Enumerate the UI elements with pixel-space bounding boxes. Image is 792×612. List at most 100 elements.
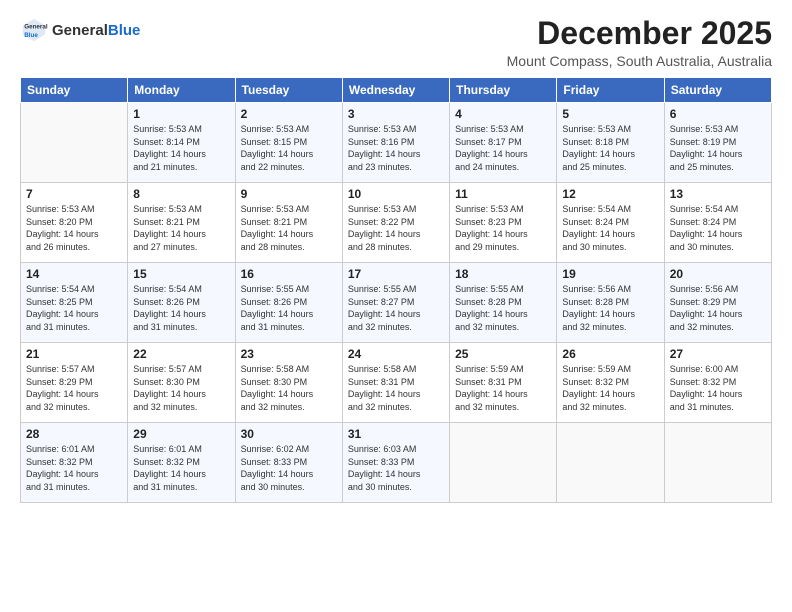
calendar-cell: 11Sunrise: 5:53 AMSunset: 8:23 PMDayligh… (450, 183, 557, 263)
day-header-wednesday: Wednesday (342, 78, 449, 103)
location: Mount Compass, South Australia, Australi… (507, 53, 772, 69)
day-info: Sunrise: 5:54 AMSunset: 8:26 PMDaylight:… (133, 283, 229, 333)
day-info: Sunrise: 5:53 AMSunset: 8:18 PMDaylight:… (562, 123, 658, 173)
day-info: Sunrise: 5:53 AMSunset: 8:19 PMDaylight:… (670, 123, 766, 173)
day-number: 30 (241, 427, 337, 441)
calendar-cell: 16 Sunrise: 5:55 AMSunset: 8:26 PMDayligh… (235, 263, 342, 343)
day-number: 1 (133, 107, 229, 121)
calendar-cell: 3Sunrise: 5:53 AMSunset: 8:16 PMDaylight… (342, 103, 449, 183)
day-number: 10 (348, 187, 444, 201)
day-number: 17 (348, 267, 444, 281)
day-header-tuesday: Tuesday (235, 78, 342, 103)
day-info: Sunrise: 5:57 AMSunset: 8:29 PMDaylight:… (26, 363, 122, 413)
day-number: 21 (26, 347, 122, 361)
day-number: 27 (670, 347, 766, 361)
calendar-cell (557, 423, 664, 503)
week-row-4: 21 Sunrise: 5:57 AMSunset: 8:29 PMDayligh… (21, 343, 772, 423)
day-number: 19 (562, 267, 658, 281)
svg-text:General: General (24, 24, 48, 31)
day-number: 23 (241, 347, 337, 361)
page: General Blue GeneralBlue December 2025 M… (0, 0, 792, 612)
week-row-2: 7 Sunrise: 5:53 AMSunset: 8:20 PMDaylight… (21, 183, 772, 263)
day-info: Sunrise: 6:02 AMSunset: 8:33 PMDaylight:… (241, 443, 337, 493)
day-info: Sunrise: 5:53 AMSunset: 8:14 PMDaylight:… (133, 123, 229, 173)
header: General Blue GeneralBlue December 2025 M… (20, 16, 772, 69)
day-number: 2 (241, 107, 337, 121)
day-number: 24 (348, 347, 444, 361)
day-number: 28 (26, 427, 122, 441)
day-number: 9 (241, 187, 337, 201)
calendar-cell: 10 Sunrise: 5:53 AMSunset: 8:22 PMDayligh… (342, 183, 449, 263)
day-number: 26 (562, 347, 658, 361)
day-info: Sunrise: 6:00 AMSunset: 8:32 PMDaylight:… (670, 363, 766, 413)
day-info: Sunrise: 5:55 AMSunset: 8:26 PMDaylight:… (241, 283, 337, 333)
calendar-header-row: SundayMondayTuesdayWednesdayThursdayFrid… (21, 78, 772, 103)
day-number: 4 (455, 107, 551, 121)
calendar-cell: 30 Sunrise: 6:02 AMSunset: 8:33 PMDayligh… (235, 423, 342, 503)
calendar-cell: 25Sunrise: 5:59 AMSunset: 8:31 PMDayligh… (450, 343, 557, 423)
calendar-cell: 24 Sunrise: 5:58 AMSunset: 8:31 PMDayligh… (342, 343, 449, 423)
day-info: Sunrise: 5:53 AMSunset: 8:20 PMDaylight:… (26, 203, 122, 253)
week-row-1: 1 Sunrise: 5:53 AMSunset: 8:14 PMDaylight… (21, 103, 772, 183)
calendar-cell: 28 Sunrise: 6:01 AMSunset: 8:32 PMDayligh… (21, 423, 128, 503)
calendar-cell: 20 Sunrise: 5:56 AMSunset: 8:29 PMDayligh… (664, 263, 771, 343)
day-info: Sunrise: 5:54 AMSunset: 8:25 PMDaylight:… (26, 283, 122, 333)
calendar-cell: 14 Sunrise: 5:54 AMSunset: 8:25 PMDayligh… (21, 263, 128, 343)
day-info: Sunrise: 5:53 AMSunset: 8:22 PMDaylight:… (348, 203, 444, 253)
day-info: Sunrise: 5:53 AMSunset: 8:21 PMDaylight:… (133, 203, 229, 253)
calendar-cell: 5 Sunrise: 5:53 AMSunset: 8:18 PMDaylight… (557, 103, 664, 183)
month-year: December 2025 (507, 16, 772, 51)
day-info: Sunrise: 6:01 AMSunset: 8:32 PMDaylight:… (26, 443, 122, 493)
day-number: 29 (133, 427, 229, 441)
calendar-cell (450, 423, 557, 503)
day-number: 7 (26, 187, 122, 201)
logo: General Blue GeneralBlue (20, 16, 140, 44)
logo-icon: General Blue (20, 16, 48, 44)
logo-general: General (52, 22, 108, 39)
calendar-cell: 1 Sunrise: 5:53 AMSunset: 8:14 PMDaylight… (128, 103, 235, 183)
calendar-cell: 22Sunrise: 5:57 AMSunset: 8:30 PMDayligh… (128, 343, 235, 423)
day-number: 12 (562, 187, 658, 201)
day-info: Sunrise: 5:55 AMSunset: 8:27 PMDaylight:… (348, 283, 444, 333)
calendar-cell: 9 Sunrise: 5:53 AMSunset: 8:21 PMDaylight… (235, 183, 342, 263)
calendar-cell: 17 Sunrise: 5:55 AMSunset: 8:27 PMDayligh… (342, 263, 449, 343)
day-number: 11 (455, 187, 551, 201)
day-number: 6 (670, 107, 766, 121)
day-number: 18 (455, 267, 551, 281)
day-info: Sunrise: 5:56 AMSunset: 8:28 PMDaylight:… (562, 283, 658, 333)
day-info: Sunrise: 6:03 AMSunset: 8:33 PMDaylight:… (348, 443, 444, 493)
calendar-cell: 4Sunrise: 5:53 AMSunset: 8:17 PMDaylight… (450, 103, 557, 183)
day-info: Sunrise: 5:56 AMSunset: 8:29 PMDaylight:… (670, 283, 766, 333)
calendar-cell (21, 103, 128, 183)
day-info: Sunrise: 5:59 AMSunset: 8:32 PMDaylight:… (562, 363, 658, 413)
day-header-thursday: Thursday (450, 78, 557, 103)
day-info: Sunrise: 6:01 AMSunset: 8:32 PMDaylight:… (133, 443, 229, 493)
svg-text:Blue: Blue (24, 32, 38, 39)
day-number: 16 (241, 267, 337, 281)
day-info: Sunrise: 5:58 AMSunset: 8:30 PMDaylight:… (241, 363, 337, 413)
day-number: 31 (348, 427, 444, 441)
logo-text: GeneralBlue (52, 22, 140, 39)
day-info: Sunrise: 5:53 AMSunset: 8:21 PMDaylight:… (241, 203, 337, 253)
calendar-cell: 26 Sunrise: 5:59 AMSunset: 8:32 PMDayligh… (557, 343, 664, 423)
day-header-sunday: Sunday (21, 78, 128, 103)
day-number: 20 (670, 267, 766, 281)
title-block: December 2025 Mount Compass, South Austr… (507, 16, 772, 69)
calendar-cell: 23 Sunrise: 5:58 AMSunset: 8:30 PMDayligh… (235, 343, 342, 423)
calendar-table: SundayMondayTuesdayWednesdayThursdayFrid… (20, 77, 772, 503)
day-info: Sunrise: 5:58 AMSunset: 8:31 PMDaylight:… (348, 363, 444, 413)
day-number: 22 (133, 347, 229, 361)
day-number: 5 (562, 107, 658, 121)
day-number: 8 (133, 187, 229, 201)
day-number: 14 (26, 267, 122, 281)
calendar-cell (664, 423, 771, 503)
calendar-cell: 8 Sunrise: 5:53 AMSunset: 8:21 PMDaylight… (128, 183, 235, 263)
day-header-monday: Monday (128, 78, 235, 103)
calendar-cell: 27 Sunrise: 6:00 AMSunset: 8:32 PMDayligh… (664, 343, 771, 423)
day-info: Sunrise: 5:53 AMSunset: 8:15 PMDaylight:… (241, 123, 337, 173)
calendar-cell: 2 Sunrise: 5:53 AMSunset: 8:15 PMDaylight… (235, 103, 342, 183)
day-number: 3 (348, 107, 444, 121)
day-info: Sunrise: 5:55 AMSunset: 8:28 PMDaylight:… (455, 283, 551, 333)
calendar-cell: 31 Sunrise: 6:03 AMSunset: 8:33 PMDayligh… (342, 423, 449, 503)
calendar-cell: 15Sunrise: 5:54 AMSunset: 8:26 PMDayligh… (128, 263, 235, 343)
